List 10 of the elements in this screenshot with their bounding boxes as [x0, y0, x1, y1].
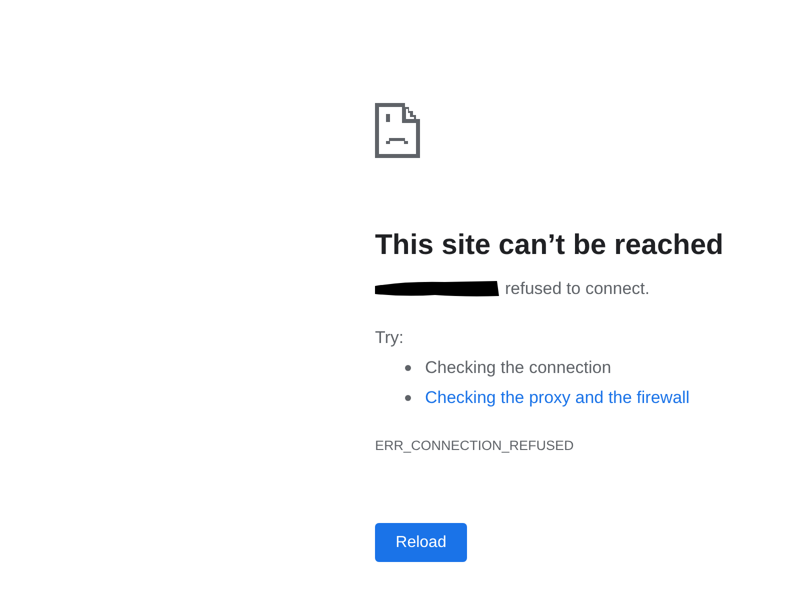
try-label: Try:: [375, 327, 404, 349]
sad-page-icon: [375, 103, 420, 158]
bullet-icon: [405, 365, 411, 371]
suggestion-link[interactable]: Checking the proxy and the firewall: [425, 387, 690, 409]
error-code: ERR_CONNECTION_REFUSED: [375, 438, 574, 453]
suggestion-text: Checking the connection: [425, 357, 612, 379]
bullet-icon: [405, 395, 411, 401]
error-message: refused to connect.: [505, 278, 650, 300]
reload-button[interactable]: Reload: [375, 523, 467, 562]
error-heading: This site can’t be reached: [375, 228, 724, 262]
